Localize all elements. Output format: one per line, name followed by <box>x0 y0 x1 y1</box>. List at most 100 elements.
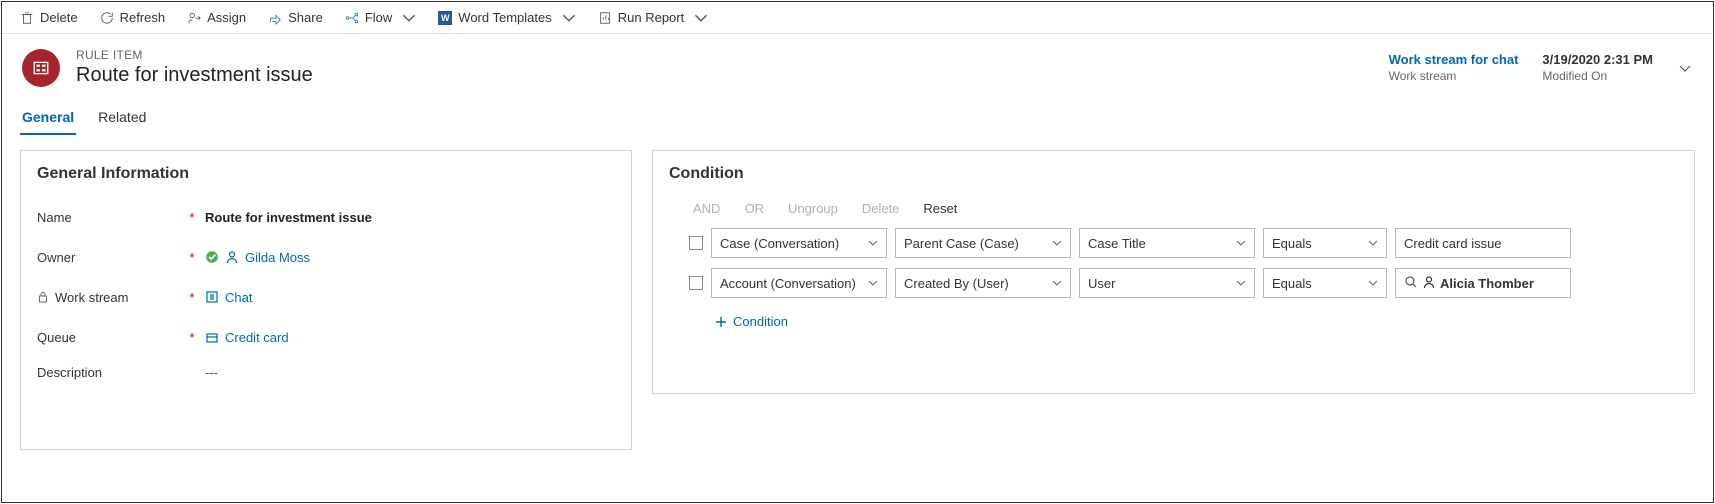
entity-name: Route for investment issue <box>76 64 313 87</box>
share-label: Share <box>288 10 323 25</box>
delete-label: Delete <box>40 10 78 25</box>
name-label: Name <box>37 210 72 225</box>
word-templates-label: Word Templates <box>458 10 551 25</box>
condition-value-text: Alicia Thomber <box>1440 276 1534 291</box>
header-workstream-label: Work stream <box>1389 69 1519 83</box>
header-expand-chevron-icon[interactable] <box>1677 60 1693 76</box>
lock-icon <box>37 291 49 303</box>
required-indicator: * <box>187 250 197 265</box>
condition-row: Case (Conversation) Parent Case (Case) C… <box>689 228 1678 258</box>
add-condition-label: Condition <box>733 314 788 329</box>
condition-related-value: Parent Case (Case) <box>904 236 1019 251</box>
required-indicator: * <box>187 210 197 225</box>
condition-operator-select[interactable]: Equals <box>1263 228 1387 258</box>
cond-and-button[interactable]: AND <box>693 201 720 216</box>
entity-type: RULE ITEM <box>76 48 313 62</box>
refresh-icon <box>100 11 114 25</box>
condition-title: Condition <box>669 165 1678 183</box>
refresh-label: Refresh <box>120 10 166 25</box>
run-report-label: Run Report <box>618 10 684 25</box>
cond-or-button[interactable]: OR <box>744 201 764 216</box>
flow-label: Flow <box>365 10 392 25</box>
share-icon <box>268 11 282 25</box>
chevron-down-icon <box>1368 278 1378 288</box>
trash-icon <box>20 11 34 25</box>
condition-related-value: Created By (User) <box>904 276 1009 291</box>
header-modifiedon-label: Modified On <box>1542 69 1653 83</box>
chevron-down-icon <box>868 238 878 248</box>
condition-entity-value: Case (Conversation) <box>720 236 839 251</box>
condition-row: Account (Conversation) Created By (User)… <box>689 268 1678 298</box>
owner-label: Owner <box>37 250 75 265</box>
assign-button[interactable]: Assign <box>177 6 256 29</box>
queue-entity-icon <box>205 330 219 344</box>
flow-icon <box>345 11 359 25</box>
general-info-title: General Information <box>37 165 615 183</box>
condition-related-select[interactable]: Created By (User) <box>895 268 1071 298</box>
name-value[interactable]: Route for investment issue <box>197 210 615 225</box>
word-templates-button[interactable]: W Word Templates <box>428 6 585 29</box>
tabs: General Related <box>2 103 1713 136</box>
chevron-down-icon <box>1052 278 1062 288</box>
chevron-down-icon <box>1236 278 1246 288</box>
cond-delete-button[interactable]: Delete <box>862 201 900 216</box>
cond-reset-button[interactable]: Reset <box>923 201 957 216</box>
condition-entity-select[interactable]: Account (Conversation) <box>711 268 887 298</box>
rule-item-icon <box>32 59 50 77</box>
header-modifiedon: 3/19/2020 2:31 PM Modified On <box>1542 52 1653 83</box>
flow-button[interactable]: Flow <box>335 6 426 29</box>
add-condition-button[interactable]: Condition <box>715 314 788 329</box>
general-info-panel: General Information Name * Route for inv… <box>20 150 632 450</box>
condition-row-checkbox[interactable] <box>689 236 703 250</box>
condition-value-lookup[interactable]: Alicia Thomber <box>1395 268 1571 298</box>
run-report-button[interactable]: Run Report <box>588 6 718 29</box>
record-header: RULE ITEM Route for investment issue Wor… <box>2 34 1713 97</box>
field-row-queue: Queue * Credit card <box>37 317 615 357</box>
person-icon <box>225 250 239 264</box>
field-row-workstream: Work stream * Chat <box>37 277 615 317</box>
condition-entity-value: Account (Conversation) <box>720 276 856 291</box>
person-arrow-icon <box>187 11 201 25</box>
chevron-down-icon <box>562 11 576 25</box>
workstream-value[interactable]: Chat <box>225 290 252 305</box>
delete-button[interactable]: Delete <box>10 6 88 29</box>
assign-label: Assign <box>207 10 246 25</box>
queue-value[interactable]: Credit card <box>225 330 289 345</box>
chevron-down-icon <box>402 11 416 25</box>
header-workstream[interactable]: Work stream for chat Work stream <box>1389 52 1519 83</box>
description-value[interactable]: --- <box>197 365 615 380</box>
entity-icon <box>22 49 60 87</box>
condition-value-input[interactable]: Credit card issue <box>1395 228 1571 258</box>
condition-related-select[interactable]: Parent Case (Case) <box>895 228 1071 258</box>
description-label: Description <box>37 365 102 380</box>
condition-toolbar: AND OR Ungroup Delete Reset <box>669 197 1678 228</box>
condition-entity-select[interactable]: Case (Conversation) <box>711 228 887 258</box>
chevron-down-icon <box>694 11 708 25</box>
workstream-label: Work stream <box>55 290 128 305</box>
tab-general[interactable]: General <box>20 103 76 135</box>
condition-field-select[interactable]: User <box>1079 268 1255 298</box>
share-button[interactable]: Share <box>258 6 333 29</box>
condition-field-select[interactable]: Case Title <box>1079 228 1255 258</box>
field-row-owner: Owner * Gilda Moss <box>37 237 615 277</box>
person-icon <box>1422 275 1440 292</box>
chevron-down-icon <box>1368 238 1378 248</box>
condition-value-text: Credit card issue <box>1404 236 1502 251</box>
chevron-down-icon <box>1236 238 1246 248</box>
header-workstream-value[interactable]: Work stream for chat <box>1389 52 1519 67</box>
word-icon: W <box>438 11 452 25</box>
owner-value[interactable]: Gilda Moss <box>245 250 310 265</box>
condition-operator-value: Equals <box>1272 236 1312 251</box>
report-icon <box>598 11 612 25</box>
queue-label: Queue <box>37 330 76 345</box>
command-bar: Delete Refresh Assign Share Flow W Word … <box>2 2 1713 34</box>
condition-operator-value: Equals <box>1272 276 1312 291</box>
field-row-name: Name * Route for investment issue <box>37 197 615 237</box>
condition-row-checkbox[interactable] <box>689 276 703 290</box>
refresh-button[interactable]: Refresh <box>90 6 176 29</box>
tab-related[interactable]: Related <box>96 103 148 135</box>
cond-ungroup-button[interactable]: Ungroup <box>788 201 838 216</box>
chevron-down-icon <box>868 278 878 288</box>
condition-operator-select[interactable]: Equals <box>1263 268 1387 298</box>
condition-field-value: Case Title <box>1088 236 1146 251</box>
